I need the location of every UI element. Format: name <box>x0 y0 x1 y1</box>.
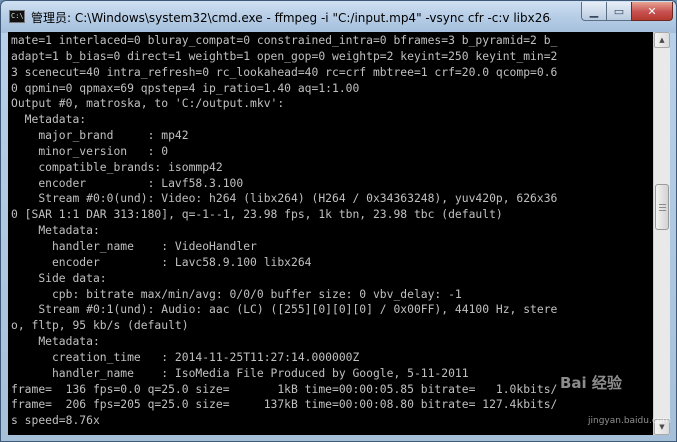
scrollbar-thumb[interactable] <box>655 184 669 230</box>
minimize-icon: ▁ <box>589 4 599 18</box>
console-line: Stream #0:1(und): Audio: aac (LC) ([255]… <box>11 302 558 317</box>
console-line: adapt=1 b_bias=0 direct=1 weightb=1 open… <box>11 48 558 63</box>
minimize-button[interactable]: ▁ <box>581 2 607 21</box>
console-line: minor_version : 0 <box>11 143 169 158</box>
up-arrow-icon: ▲ <box>659 36 665 44</box>
console-line: Side data: <box>11 270 107 285</box>
console-line: 3 scenecut=40 intra_refresh=0 rc_lookahe… <box>11 64 558 79</box>
console-line: handler_name : IsoMedia File Produced by… <box>11 365 469 380</box>
console-output[interactable]: mate=1 interlaced=0 bluray_compat=0 cons… <box>8 32 653 435</box>
window-title: 管理员: C:\Windows\system32\cmd.exe - ffmpe… <box>31 11 551 25</box>
console-line: Metadata: <box>11 334 100 349</box>
console-icon[interactable]: C:\ <box>9 10 25 23</box>
watermark-logo: Bai 经验 <box>560 374 622 392</box>
console-line: cpb: bitrate max/min/avg: 0/0/0 buffer s… <box>11 286 462 301</box>
scroll-up-button[interactable]: ▲ <box>654 32 670 48</box>
maximize-icon: ▭ <box>613 4 625 18</box>
console-line: mate=1 interlaced=0 bluray_compat=0 cons… <box>11 33 558 47</box>
console-line: s speed=8.76x <box>11 413 100 428</box>
thumb-grip <box>659 207 666 208</box>
console-line: handler_name : VideoHandler <box>11 238 257 253</box>
baidu-watermark: Bai 经验 jingyan.baidu.com <box>560 372 671 426</box>
console-text: mate=1 interlaced=0 bluray_compat=0 cons… <box>11 33 557 429</box>
console-line: Output #0, matroska, to 'C:/output.mkv': <box>11 96 285 111</box>
console-line: encoder : Lavf58.3.100 <box>11 175 244 190</box>
title-bar[interactable]: C:\ 管理员: C:\Windows\system32\cmd.exe - f… <box>1 1 676 33</box>
thumb-grip <box>659 210 666 211</box>
console-line: encoder : Lavc58.9.100 libx264 <box>11 254 312 269</box>
console-line: 0 qpmin=0 qpmax=69 qpstep=4 ip_ratio=1.4… <box>11 80 360 95</box>
console-line: o, fltp, 95 kb/s (default) <box>11 318 189 333</box>
thumb-grip <box>659 204 666 205</box>
console-line: Metadata: <box>11 223 100 238</box>
maximize-button[interactable]: ▭ <box>606 2 632 21</box>
close-button[interactable]: ✕ <box>631 2 673 21</box>
console-line: Metadata: <box>11 112 87 127</box>
vertical-scrollbar[interactable]: ▲ ▼ <box>653 32 670 435</box>
console-line: frame= 206 fps=205 q=25.0 size= 137kB ti… <box>11 397 558 412</box>
console-line: 0 [SAR 1:1 DAR 313:180], q=-1--1, 23.98 … <box>11 207 503 222</box>
close-icon: ✕ <box>647 4 657 18</box>
console-line: frame= 136 fps=0.0 q=25.0 size= 1kB time… <box>11 381 558 396</box>
console-line: Stream #0:0(und): Video: h264 (libx264) … <box>11 191 558 206</box>
console-line: compatible_brands: isommp42 <box>11 159 223 174</box>
console-line: major_brand : mp42 <box>11 128 189 143</box>
watermark-url: jingyan.baidu.com <box>588 416 672 426</box>
console-line: creation_time : 2014-11-25T11:27:14.0000… <box>11 349 360 364</box>
